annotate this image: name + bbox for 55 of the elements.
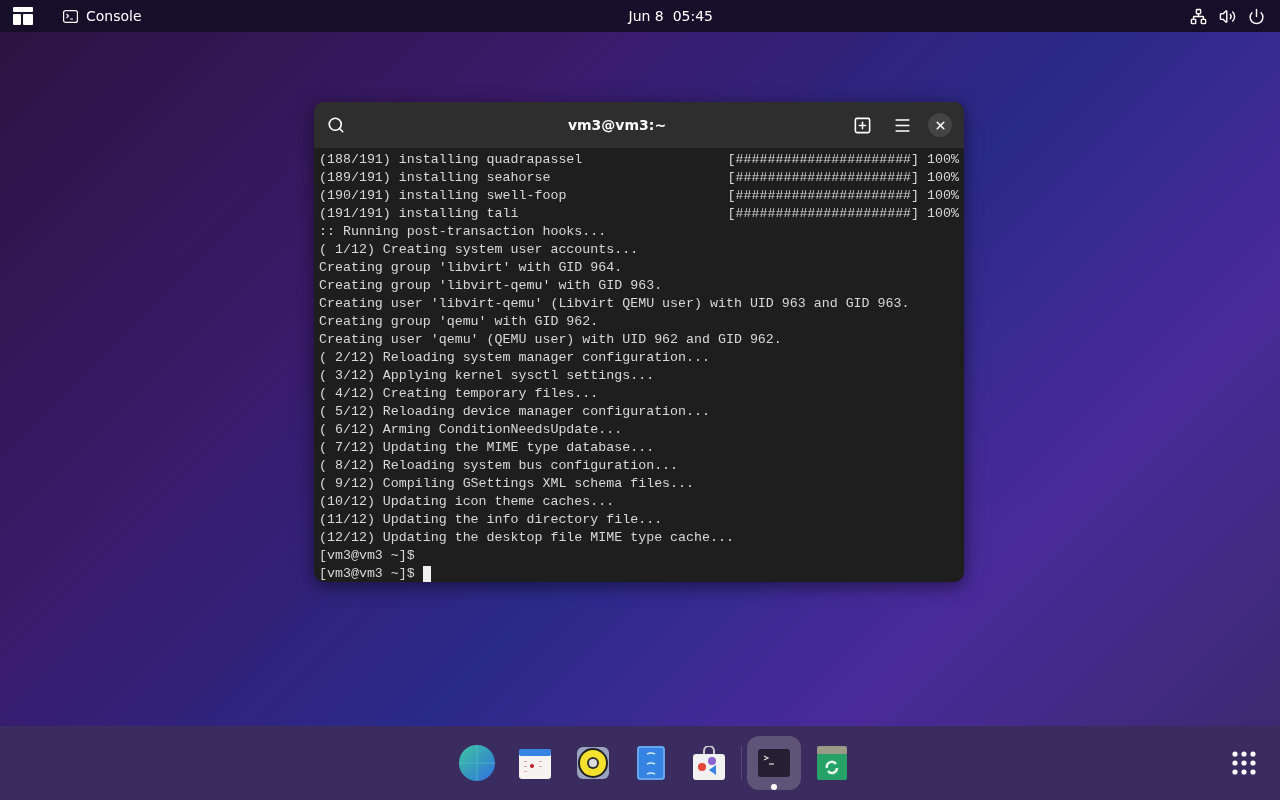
progress-bar-text: [######################] — [727, 205, 920, 223]
clock[interactable]: Jun 8 05:45 — [628, 5, 714, 27]
output-line: (12/12) Updating the desktop file MIME type cache... — [319, 529, 735, 547]
speaker-icon — [575, 746, 610, 780]
file-cabinet-icon — [636, 746, 665, 780]
terminal-icon — [757, 749, 790, 777]
output-line: ( 5/12) Reloading device manager configuration... — [319, 403, 711, 421]
output-line: :: Running post-transaction hooks... — [319, 223, 608, 241]
app-grid-icon — [1232, 751, 1256, 775]
running-indicator — [770, 784, 777, 790]
output-line: (190/191) installing swell-foop — [319, 187, 568, 205]
output-line: (188/191) installing quadrapassel — [319, 151, 584, 169]
output-line: Creating group 'qemu' with GID 962. — [319, 313, 600, 331]
shell-prompt: [vm3@vm3 ~]$ — [319, 565, 415, 582]
output-line: ( 1/12) Creating system user accounts... — [319, 241, 640, 259]
volume-icon[interactable] — [1219, 7, 1236, 25]
progress-percent: 100% — [927, 169, 959, 187]
output-line: Creating group 'libvirt' with GID 964. — [319, 259, 624, 277]
shell-prompt: [vm3@vm3 ~]$ — [319, 547, 415, 565]
power-icon[interactable] — [1248, 7, 1265, 25]
recycle-bin-icon — [816, 746, 847, 780]
globe-icon — [458, 745, 495, 781]
app-menu[interactable]: Console — [63, 5, 142, 27]
terminal-icon — [63, 9, 78, 23]
output-line: Creating group 'libvirt-qemu' with GID 963. — [319, 277, 664, 295]
close-icon — [933, 118, 947, 132]
output-line: ( 8/12) Reloading system bus configuration... — [319, 457, 680, 475]
output-line: Creating user 'qemu' (QEMU user) with UID 962 and GID 962. — [319, 331, 783, 349]
output-line: (189/191) installing seahorse — [319, 169, 552, 187]
output-line: ( 7/12) Updating the MIME type database... — [319, 439, 656, 457]
search-button[interactable] — [326, 115, 346, 135]
close-button[interactable] — [928, 113, 952, 137]
output-line: ( 3/12) Applying kernel sysctl settings... — [319, 367, 656, 385]
window-title: vm3@vm3:~ — [567, 115, 667, 135]
calendar-icon — [518, 747, 551, 779]
progress-bar-text: [######################] — [727, 187, 920, 205]
output-line: ( 2/12) Reloading system manager configuration... — [319, 349, 711, 367]
output-line: ( 9/12) Compiling GSettings XML schema files... — [319, 475, 696, 493]
output-line: ( 6/12) Arming ConditionNeedsUpdate... — [319, 421, 624, 439]
output-line: (11/12) Updating the info directory file... — [319, 511, 664, 529]
progress-bar-text: [######################] — [727, 169, 920, 187]
progress-bar-text: [######################] — [727, 151, 920, 169]
shopping-bag-icon — [691, 746, 726, 780]
progress-percent: 100% — [927, 151, 959, 169]
app-name: Console — [86, 6, 142, 26]
progress-percent: 100% — [927, 205, 959, 223]
progress-percent: 100% — [927, 187, 959, 205]
output-line: ( 4/12) Creating temporary files... — [319, 385, 600, 403]
network-icon[interactable] — [1190, 7, 1207, 25]
activities-icon[interactable] — [13, 7, 33, 25]
output-line: (191/191) installing tali — [319, 205, 520, 223]
output-line: Creating user 'libvirt-qemu' (Libvirt QEMU user) with UID 963 and GID 963. — [319, 295, 911, 313]
search-icon — [327, 116, 345, 134]
plus-icon — [852, 115, 872, 135]
output-line: (10/12) Updating icon theme caches... — [319, 493, 616, 511]
